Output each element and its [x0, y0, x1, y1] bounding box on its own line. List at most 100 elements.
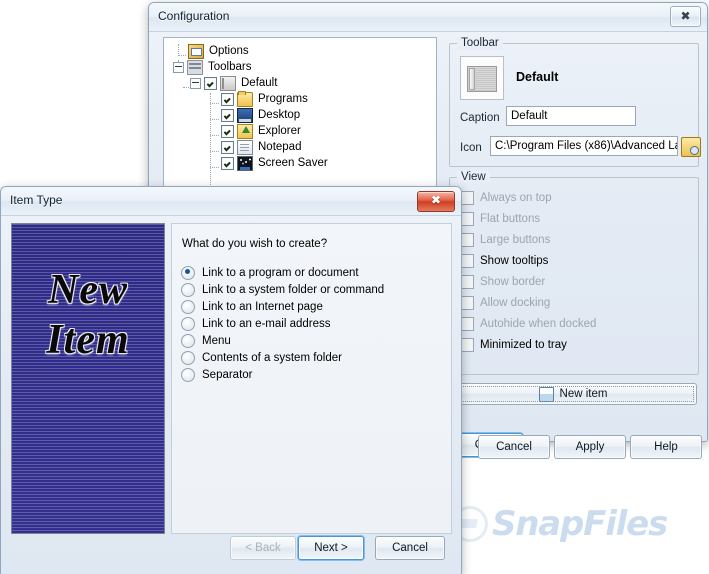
next-button-label: Next > [314, 542, 348, 554]
snapfiles-watermark: SnapFiles [452, 504, 668, 544]
collapse-toggle-icon[interactable] [190, 77, 201, 89]
help-button[interactable]: Help [630, 435, 702, 459]
checkbox-flat-buttons[interactable]: Flat buttons [460, 211, 540, 226]
radio-menu[interactable]: Menu [181, 332, 231, 349]
banner-line-1: New [48, 267, 128, 313]
checkbox-box [460, 316, 474, 331]
checkbox-label: Flat buttons [480, 212, 541, 225]
radio-label: Contents of a system folder [202, 351, 342, 364]
tree-checkbox-desktop[interactable] [221, 108, 234, 122]
apply-button[interactable]: Apply [554, 435, 626, 459]
question-label: What do you wish to create? [182, 238, 328, 250]
screensaver-icon [237, 155, 253, 171]
checkbox-show-border[interactable]: Show border [460, 274, 545, 289]
item-type-cancel-button[interactable]: Cancel [375, 536, 445, 560]
tree-item-options[interactable]: Options [188, 43, 249, 59]
toolbar-grip-icon [469, 68, 475, 90]
checkbox-box [460, 211, 474, 226]
tree-item-programs[interactable]: Programs [221, 90, 308, 107]
checkbox-label: Always on top [480, 191, 552, 204]
tree-checkbox-notepad[interactable] [221, 140, 234, 154]
tree-connector [210, 167, 219, 168]
item-type-window: Item Type ✖ New Item What do you wish to… [0, 186, 462, 574]
toolbar-name: Default [516, 70, 559, 84]
item-type-titlebar: Item Type ✖ [1, 187, 461, 216]
new-item-icon [538, 386, 554, 402]
tree-checkbox-default[interactable] [204, 76, 217, 90]
radio-separator[interactable]: Separator [181, 366, 253, 383]
caption-input[interactable]: Default [506, 106, 636, 126]
checkbox-show-tooltips[interactable]: Show tooltips [460, 253, 548, 268]
radio-indicator [181, 299, 195, 314]
checkbox-box [460, 295, 474, 310]
tree-item-toolbars[interactable]: Toolbars [173, 59, 251, 75]
banner-line-2: Item [46, 317, 130, 363]
tree-item-default[interactable]: Default [190, 75, 277, 91]
tree-item-explorer[interactable]: Explorer [221, 123, 301, 139]
checkbox-box [460, 274, 474, 289]
checkbox-box [460, 190, 474, 205]
tree-item-desktop[interactable]: Desktop [221, 107, 300, 123]
checkbox-minimized-to-tray[interactable]: Minimized to tray [460, 337, 567, 352]
apply-button-label: Apply [575, 441, 605, 453]
checkbox-allow-docking[interactable]: Allow docking [460, 295, 550, 310]
toolbar-group: Toolbar Default Caption Default Icon C:\… [449, 37, 701, 167]
radio-indicator [181, 333, 195, 348]
item-type-title: Item Type [10, 193, 63, 207]
collapse-toggle-icon[interactable] [173, 61, 184, 73]
radio-link-system-folder-or-command[interactable]: Link to a system folder or command [181, 281, 384, 298]
radio-label: Menu [202, 334, 231, 347]
toolbar-icon [220, 75, 236, 91]
close-icon: ✖ [430, 193, 442, 207]
radio-label: Separator [202, 368, 253, 381]
desktop-icon [237, 107, 253, 123]
item-type-close-button[interactable]: ✖ [417, 191, 455, 212]
radio-indicator [181, 367, 195, 382]
icon-browse-button[interactable] [681, 137, 701, 157]
back-button[interactable]: < Back [230, 536, 296, 560]
tree-checkbox-explorer[interactable] [221, 124, 234, 138]
tree-checkbox-screen-saver[interactable] [221, 156, 234, 170]
checkbox-label: Large buttons [480, 233, 551, 246]
radio-link-program-or-document[interactable]: Link to a program or document [181, 264, 359, 281]
checkbox-label: Autohide when docked [480, 317, 597, 330]
checkbox-label: Allow docking [480, 296, 551, 309]
radio-label: Link to a program or document [202, 266, 359, 279]
tree-checkbox-programs[interactable] [221, 92, 234, 106]
tree-item-notepad[interactable]: Notepad [221, 139, 301, 155]
cancel-button-label: Cancel [392, 542, 428, 554]
tree-connector [178, 55, 186, 56]
tree-connector [210, 93, 211, 185]
checkbox-box [460, 232, 474, 247]
next-button[interactable]: Next > [298, 536, 364, 560]
configuration-cancel-button[interactable]: Cancel [478, 435, 550, 459]
checkbox-always-on-top[interactable]: Always on top [460, 190, 552, 205]
screen-root: SnapFiles Configuration ✖ Options Toolba… [0, 0, 709, 574]
icon-path-input[interactable]: C:\Program Files (x86)\Advanced Laur [490, 136, 678, 156]
view-group-legend: View [457, 171, 490, 183]
tree-item-label: Programs [258, 93, 308, 105]
tree-connector [210, 135, 219, 136]
notepad-icon [237, 139, 253, 155]
tree-item-label: Screen Saver [258, 157, 328, 169]
tree-item-screen-saver[interactable]: Screen Saver [221, 155, 328, 171]
radio-contents-of-system-folder[interactable]: Contents of a system folder [181, 349, 342, 366]
checkbox-autohide-when-docked[interactable]: Autohide when docked [460, 316, 596, 331]
new-item-button[interactable]: New item [449, 383, 697, 405]
checkbox-label: Minimized to tray [480, 338, 567, 351]
item-type-panel: What do you wish to create? Link to a pr… [171, 223, 452, 534]
icon-label: Icon [460, 142, 482, 154]
tree-item-label: Desktop [258, 109, 301, 121]
radio-label: Link to an Internet page [202, 300, 323, 313]
tree-connector [183, 87, 189, 88]
item-type-body: New Item What do you wish to create? Lin… [1, 215, 461, 574]
radio-indicator [181, 350, 195, 365]
configuration-close-button[interactable]: ✖ [670, 6, 701, 27]
radio-link-email-address[interactable]: Link to an e-mail address [181, 315, 330, 332]
tree-connector [210, 151, 219, 152]
checkbox-large-buttons[interactable]: Large buttons [460, 232, 550, 247]
tree-item-label: Notepad [258, 141, 302, 153]
radio-link-internet-page[interactable]: Link to an Internet page [181, 298, 323, 315]
tree-connector [210, 119, 219, 120]
snapfiles-watermark-text: SnapFiles [492, 504, 668, 544]
